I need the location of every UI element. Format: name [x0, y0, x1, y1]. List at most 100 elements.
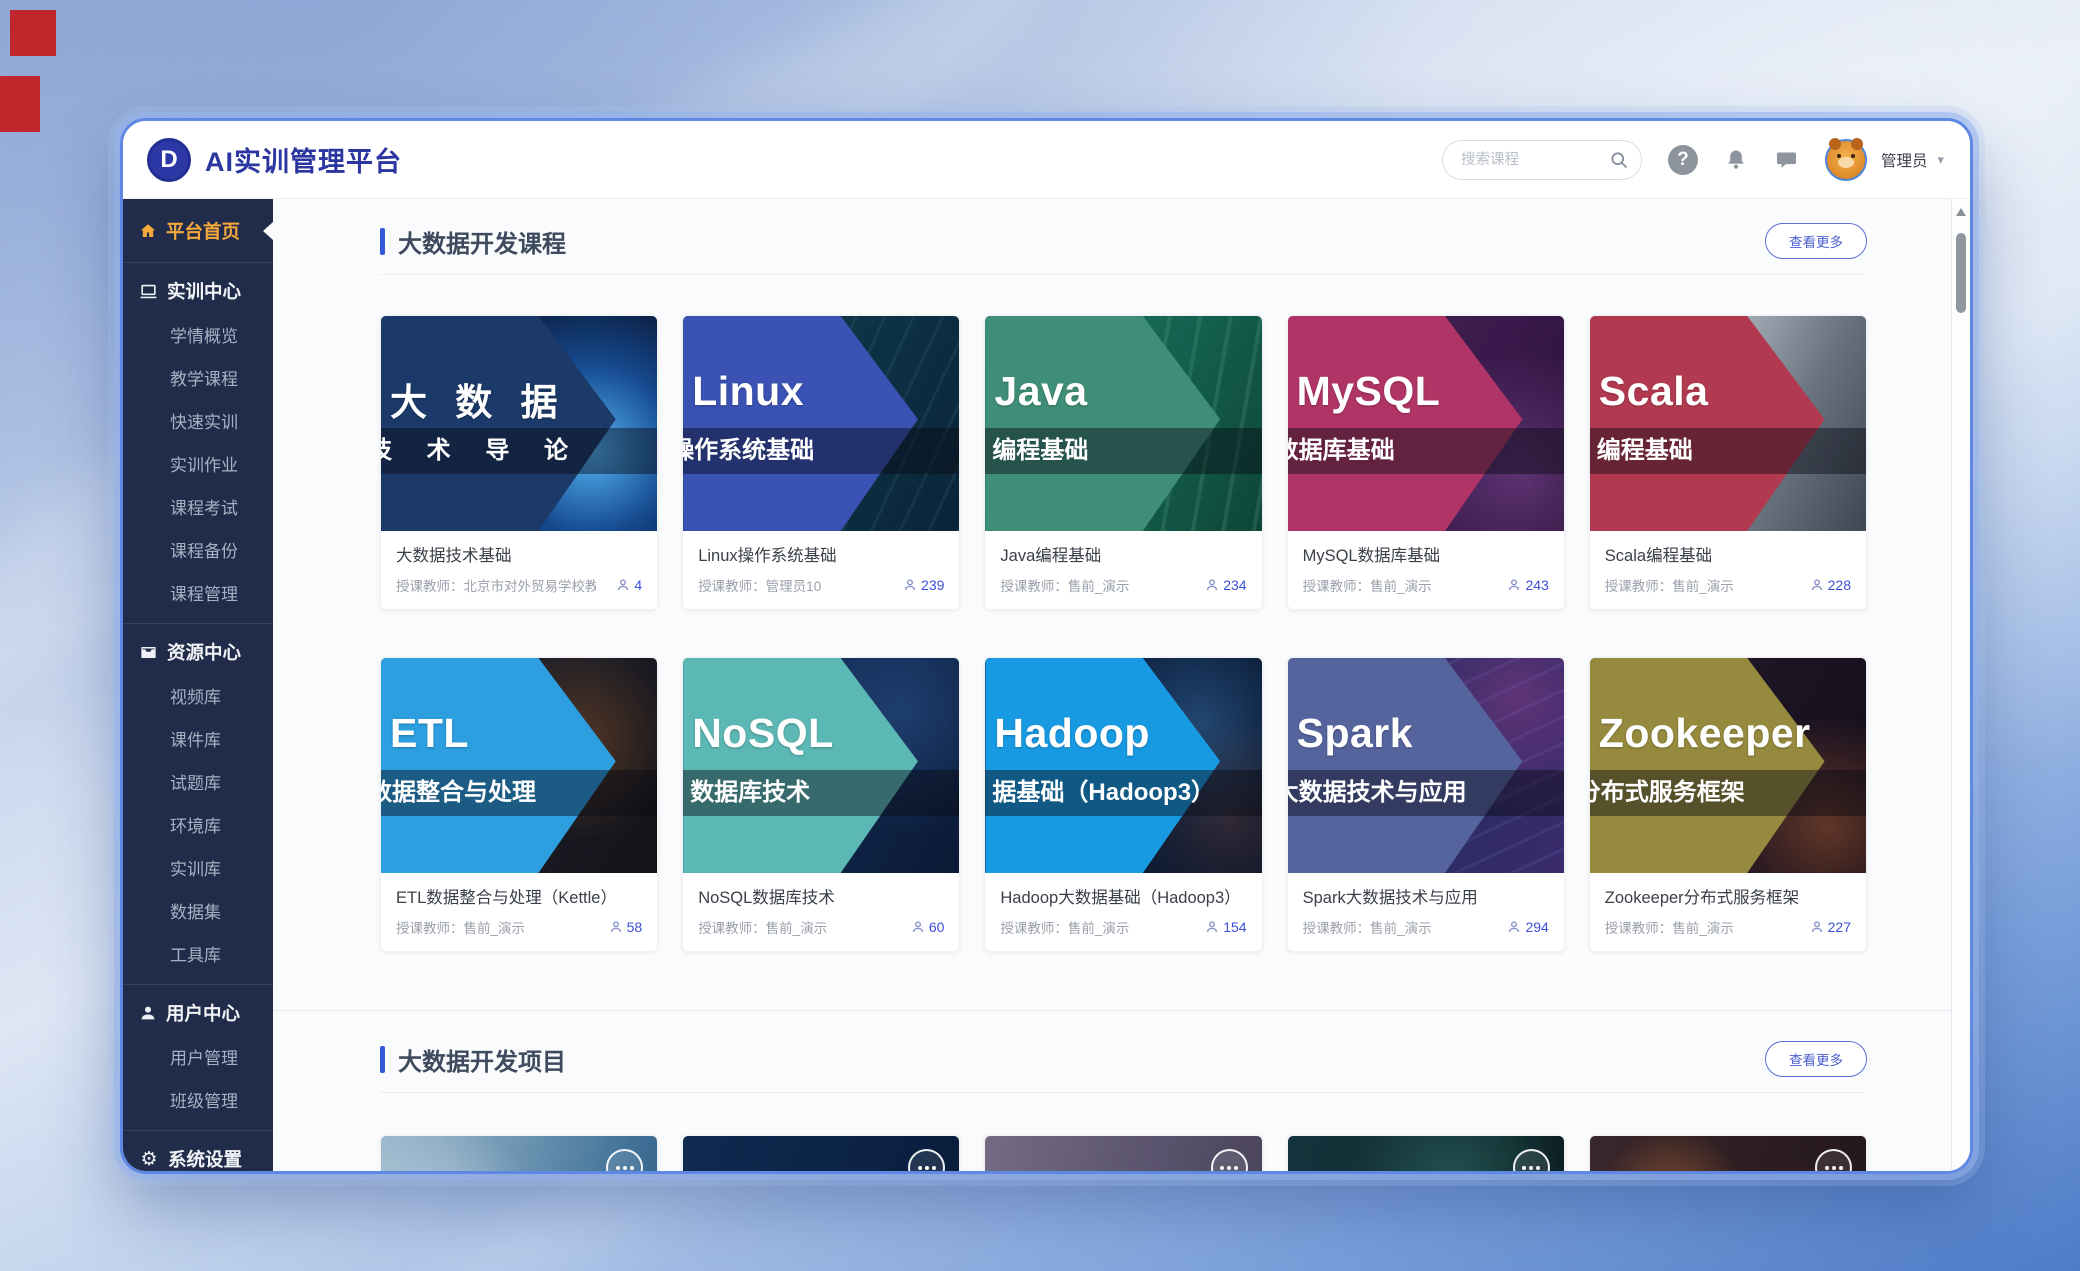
- sidebar-item-question-bank[interactable]: 试题库: [123, 760, 273, 803]
- section-separator: [273, 1010, 1951, 1011]
- scrollbar-up-arrow[interactable]: [1956, 208, 1966, 216]
- project-card[interactable]: 大数据开发案例: [1589, 1135, 1867, 1171]
- course-card[interactable]: 大 数 据 技 术 导 论 大数据技术基础 授课教师：北京市对外贸易学校教...…: [380, 315, 658, 610]
- course-title: Java编程基础: [1000, 542, 1246, 566]
- chat-icon[interactable]: [1774, 148, 1799, 172]
- sidebar-item-courseware-library[interactable]: 课件库: [123, 717, 273, 760]
- student-count: 154: [1223, 919, 1246, 935]
- project-card[interactable]: 大数据开发案例: [380, 1135, 658, 1171]
- view-more-button[interactable]: 查看更多: [1765, 223, 1867, 259]
- sidebar-item-home[interactable]: 平台首页: [123, 209, 273, 253]
- project-card[interactable]: 大数据开发案例: [682, 1135, 960, 1171]
- course-title: Spark大数据技术与应用: [1303, 884, 1549, 908]
- sidebar-item-learning-overview[interactable]: 学情概览: [123, 313, 273, 356]
- search-box: [1442, 140, 1642, 180]
- view-more-button[interactable]: 查看更多: [1765, 1041, 1867, 1077]
- student-count-icon: [616, 578, 630, 592]
- cover-title: Zookeeper: [1599, 710, 1811, 757]
- course-title: 大数据技术基础: [396, 542, 642, 566]
- course-title: Hadoop大数据基础（Hadoop3）: [1000, 884, 1246, 908]
- avatar[interactable]: [1825, 139, 1867, 181]
- main-content: 大数据开发课程 查看更多 大 数 据 技 术 导 论: [273, 199, 1951, 1171]
- course-card[interactable]: Zookeeper 分布式服务框架 Zookeeper分布式服务框架 授课教师：…: [1589, 657, 1867, 952]
- home-icon: [139, 222, 157, 240]
- project-cover: 大数据开发案例: [1288, 1136, 1564, 1171]
- course-title: ETL数据整合与处理（Kettle）: [396, 884, 642, 908]
- sidebar-item-tool-library[interactable]: 工具库: [123, 932, 273, 975]
- section-title-bar: [380, 228, 385, 255]
- course-card[interactable]: MySQL 数据库基础 MySQL数据库基础 授课教师：售前_演示 243: [1287, 315, 1565, 610]
- section-divider: [380, 1092, 1867, 1093]
- course-cover: Linux 操作系统基础: [683, 316, 959, 531]
- sidebar-group-user-center[interactable]: 用户中心: [123, 991, 273, 1035]
- course-title: MySQL数据库基础: [1303, 542, 1549, 566]
- scrollbar[interactable]: [1951, 199, 1970, 1171]
- user-name[interactable]: 管理员: [1881, 149, 1928, 171]
- course-teacher: 授课教师：售前_演示: [1605, 917, 1734, 937]
- course-card[interactable]: Hadoop 据基础（Hadoop3） Hadoop大数据基础（Hadoop3）…: [984, 657, 1262, 952]
- sidebar-item-quick-training[interactable]: 快速实训: [123, 399, 273, 442]
- scrollbar-thumb[interactable]: [1956, 233, 1966, 313]
- cover-subtitle: 编程基础: [985, 428, 1261, 474]
- sidebar-item-user-management[interactable]: 用户管理: [123, 1035, 273, 1078]
- sidebar-group-system-settings[interactable]: ⚙ 系统设置: [123, 1137, 273, 1171]
- course-cover: Scala 编程基础: [1590, 316, 1866, 531]
- caret-down-icon[interactable]: ▾: [1937, 152, 1944, 168]
- student-count-icon: [1810, 920, 1824, 934]
- brand: D AI实训管理平台: [147, 138, 402, 182]
- help-icon[interactable]: ?: [1668, 145, 1698, 175]
- sidebar-item-course-management[interactable]: 课程管理: [123, 571, 273, 614]
- course-card[interactable]: Linux 操作系统基础 Linux操作系统基础 授课教师：管理员10 239: [682, 315, 960, 610]
- sidebar-item-training-homework[interactable]: 实训作业: [123, 442, 273, 485]
- sidebar-divider: [123, 623, 273, 624]
- cover-title: Scala: [1599, 368, 1709, 415]
- course-card[interactable]: Scala 编程基础 Scala编程基础 授课教师：售前_演示 228: [1589, 315, 1867, 610]
- course-teacher: 授课教师：管理员10: [698, 575, 821, 595]
- course-cover: 大 数 据 技 术 导 论: [381, 316, 657, 531]
- sidebar-item-teaching-courses[interactable]: 教学课程: [123, 356, 273, 399]
- sidebar-item-training-library[interactable]: 实训库: [123, 846, 273, 889]
- section-title: 大数据开发项目: [398, 1042, 566, 1077]
- course-teacher: 授课教师：售前_演示: [1303, 917, 1432, 937]
- app-logo-icon: D: [147, 138, 191, 182]
- course-title: Zookeeper分布式服务框架: [1605, 884, 1851, 908]
- course-title: NoSQL数据库技术: [698, 884, 944, 908]
- sidebar-group-training-center[interactable]: 实训中心: [123, 269, 273, 313]
- project-card[interactable]: 大数据开发案例: [1287, 1135, 1565, 1171]
- sidebar-group-resource-center[interactable]: 资源中心: [123, 630, 273, 674]
- sidebar-item-course-backup[interactable]: 课程备份: [123, 528, 273, 571]
- project-grid: 大数据开发案例 大数据开发案例 大数据开发案: [380, 1135, 1867, 1171]
- monitor-icon: [139, 282, 158, 301]
- section-projects: 大数据开发项目 查看更多 大数据开发案例: [380, 1010, 1867, 1171]
- user-icon: [139, 1004, 157, 1022]
- course-card[interactable]: ETL 数据整合与处理 ETL数据整合与处理（Kettle） 授课教师：售前_演…: [380, 657, 658, 952]
- course-card[interactable]: NoSQL 数据库技术 NoSQL数据库技术 授课教师：售前_演示 60: [682, 657, 960, 952]
- cover-subtitle: 分布式服务框架: [1590, 770, 1866, 816]
- sidebar-item-datasets[interactable]: 数据集: [123, 889, 273, 932]
- search-icon[interactable]: [1609, 150, 1629, 170]
- student-count: 228: [1828, 577, 1851, 593]
- course-card[interactable]: Java 编程基础 Java编程基础 授课教师：售前_演示 234: [984, 315, 1262, 610]
- sidebar-item-class-management[interactable]: 班级管理: [123, 1078, 273, 1121]
- sidebar-item-environment-library[interactable]: 环境库: [123, 803, 273, 846]
- cover-title: ETL: [390, 710, 469, 757]
- bell-icon[interactable]: [1724, 148, 1748, 172]
- course-teacher: 授课教师：售前_演示: [698, 917, 827, 937]
- course-card[interactable]: Spark 大数据技术与应用 Spark大数据技术与应用 授课教师：售前_演示 …: [1287, 657, 1565, 952]
- app-header: D AI实训管理平台 ? 管理员 ▾: [123, 121, 1970, 199]
- student-count: 239: [921, 577, 944, 593]
- ellipsis-icon: [1513, 1149, 1550, 1171]
- course-cover: MySQL 数据库基础: [1288, 316, 1564, 531]
- cover-subtitle: 技 术 导 论: [381, 428, 657, 474]
- sidebar-item-video-library[interactable]: 视频库: [123, 674, 273, 717]
- app-title: AI实训管理平台: [205, 140, 402, 179]
- course-teacher: 授课教师：售前_演示: [1605, 575, 1734, 595]
- course-title: Linux操作系统基础: [698, 542, 944, 566]
- student-count-icon: [609, 920, 623, 934]
- student-count-icon: [1205, 578, 1219, 592]
- project-card[interactable]: 大数据开发案例: [984, 1135, 1262, 1171]
- cover-subtitle: 大数据技术与应用: [1288, 770, 1564, 816]
- student-count-icon: [1810, 578, 1824, 592]
- cover-subtitle: 操作系统基础: [683, 428, 959, 474]
- sidebar-item-course-exams[interactable]: 课程考试: [123, 485, 273, 528]
